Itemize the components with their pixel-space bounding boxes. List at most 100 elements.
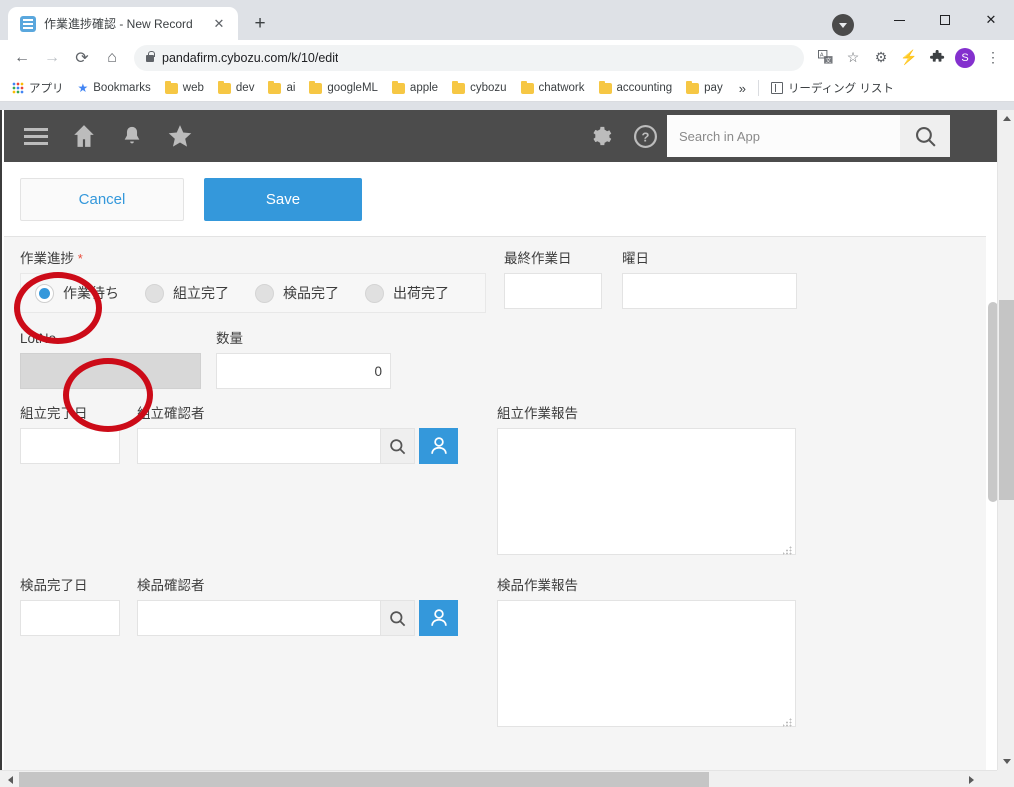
weekday-input[interactable] (622, 273, 797, 309)
new-tab-button[interactable]: + (246, 9, 274, 37)
scroll-down-icon[interactable] (998, 753, 1014, 770)
bookmark-label: dev (236, 82, 255, 94)
save-button[interactable]: Save (204, 178, 362, 221)
radio-dot-icon (365, 284, 384, 303)
field-progress: 作業進捗 * 作業待ち 組立完了 (20, 251, 486, 313)
bookmark-chatwork[interactable]: chatwork (515, 80, 591, 96)
star-icon: ★ (78, 81, 89, 95)
page-viewport: ? Cancel Save (0, 110, 1014, 787)
search-input[interactable] (667, 115, 900, 157)
kintone-app-header: ? (4, 110, 1000, 162)
field-label-assembly-report: 組立作業報告 (497, 406, 796, 422)
record-form: 作業進捗 * 作業待ち 組立完了 (4, 237, 1000, 732)
folder-icon (521, 83, 534, 94)
profile-avatar[interactable]: S (952, 45, 978, 71)
bell-icon[interactable] (108, 110, 156, 162)
reading-list-button[interactable]: リーディング リスト (765, 78, 900, 98)
inspection-done-date-input[interactable] (20, 600, 120, 636)
radio-option-shipped[interactable]: 出荷完了 (365, 283, 449, 303)
field-label-inspection-report: 検品作業報告 (497, 578, 796, 594)
scroll-left-icon[interactable] (2, 771, 19, 787)
assembly-report-textarea[interactable] (497, 428, 796, 555)
bookmark-accounting[interactable]: accounting (593, 80, 679, 96)
bookmark-label: pay (704, 82, 723, 94)
tab-close-icon[interactable]: ✕ (210, 15, 228, 33)
bookmarks-overflow-button[interactable]: » (733, 79, 752, 98)
help-icon[interactable]: ? (623, 110, 667, 162)
translate-icon[interactable]: A文 (812, 45, 838, 71)
inspection-report-textarea[interactable] (497, 600, 796, 727)
bookmarks-bar: アプリ ★ Bookmarks web dev ai googleML appl… (0, 75, 1014, 102)
apps-grid-icon (12, 82, 24, 94)
field-assembly-report: 組立作業報告 (497, 406, 796, 560)
bookmark-googleml[interactable]: googleML (303, 80, 384, 96)
assembly-checker-person-button[interactable] (419, 428, 458, 464)
folder-icon (452, 83, 465, 94)
bookmark-pay[interactable]: pay (680, 80, 729, 96)
hamburger-icon[interactable] (12, 110, 60, 162)
home-icon[interactable] (60, 110, 108, 162)
back-icon[interactable]: ← (8, 44, 36, 72)
radio-option-waiting[interactable]: 作業待ち (35, 283, 119, 303)
radio-option-inspection-done[interactable]: 検品完了 (255, 283, 339, 303)
inspection-checker-search-button[interactable] (380, 600, 415, 636)
bookmark-label: cybozu (470, 82, 506, 94)
bookmark-label: googleML (327, 82, 378, 94)
bookmark-label: accounting (617, 82, 673, 94)
inspection-checker-person-button[interactable] (419, 600, 458, 636)
bookmark-web[interactable]: web (159, 80, 210, 96)
last-work-date-input[interactable] (504, 273, 602, 309)
gear-icon[interactable] (579, 110, 623, 162)
window-scrollbar-horizontal[interactable] (0, 770, 1014, 787)
assembly-checker-search-button[interactable] (380, 428, 415, 464)
window-vscroll-thumb[interactable] (999, 300, 1014, 500)
star-icon[interactable] (156, 110, 204, 162)
radio-group-progress: 作業待ち 組立完了 検品完了 (20, 273, 486, 313)
field-assembly-checker: 組立確認者 (137, 406, 458, 560)
close-window-button[interactable]: ✕ (968, 0, 1014, 40)
radio-option-assembly-done[interactable]: 組立完了 (145, 283, 229, 303)
bookmark-dev[interactable]: dev (212, 80, 261, 96)
field-quantity: 数量 (216, 331, 391, 389)
svg-text:A: A (819, 53, 823, 59)
assembly-checker-controls (137, 428, 458, 464)
forward-icon[interactable]: → (38, 44, 66, 72)
home-icon[interactable]: ⌂ (98, 44, 126, 72)
flash-icon[interactable]: ⚡ (896, 45, 922, 71)
field-label-assembly-checker: 組立確認者 (137, 406, 458, 422)
scroll-right-icon[interactable] (963, 771, 980, 787)
extensions-puzzle-icon[interactable] (924, 45, 950, 71)
tab-favicon-icon (20, 16, 36, 32)
bookmark-star-icon[interactable]: ☆ (840, 45, 866, 71)
bookmark-apple[interactable]: apple (386, 80, 444, 96)
folder-icon (392, 83, 405, 94)
inspection-report-wrap (497, 600, 796, 732)
reading-list-icon (771, 82, 783, 94)
browser-tab[interactable]: 作業進捗確認 - New Record ✕ (8, 7, 238, 40)
bookmark-ai[interactable]: ai (262, 80, 301, 96)
scroll-up-icon[interactable] (998, 110, 1014, 127)
quantity-input[interactable] (216, 353, 391, 389)
reload-icon[interactable]: ⟳ (68, 44, 96, 72)
bookmark-bookmarks[interactable]: ★ Bookmarks (72, 79, 157, 97)
reading-list-label: リーディング リスト (788, 80, 894, 96)
bookmark-cybozu[interactable]: cybozu (446, 80, 512, 96)
tab-strip: 作業進捗確認 - New Record ✕ + ✕ (0, 0, 1014, 40)
inspection-checker-controls (137, 600, 458, 636)
inspection-checker-input[interactable] (137, 600, 380, 636)
cancel-button[interactable]: Cancel (20, 178, 184, 221)
search-button[interactable] (900, 115, 950, 157)
record-action-bar: Cancel Save (4, 162, 1000, 237)
profile-caret-icon[interactable] (832, 14, 854, 36)
window-scrollbar-vertical[interactable] (997, 110, 1014, 770)
minimize-button[interactable] (876, 0, 922, 40)
address-bar[interactable]: pandafirm.cybozu.com/k/10/edit (134, 45, 804, 71)
gear-icon[interactable]: ⚙ (868, 45, 894, 71)
bookmark-apps[interactable]: アプリ (6, 78, 70, 98)
maximize-button[interactable] (922, 0, 968, 40)
assembly-done-date-input[interactable] (20, 428, 120, 464)
radio-dot-icon (255, 284, 274, 303)
window-hscroll-thumb[interactable] (19, 772, 709, 787)
assembly-checker-input[interactable] (137, 428, 380, 464)
browser-menu-icon[interactable]: ⋮ (980, 45, 1006, 71)
